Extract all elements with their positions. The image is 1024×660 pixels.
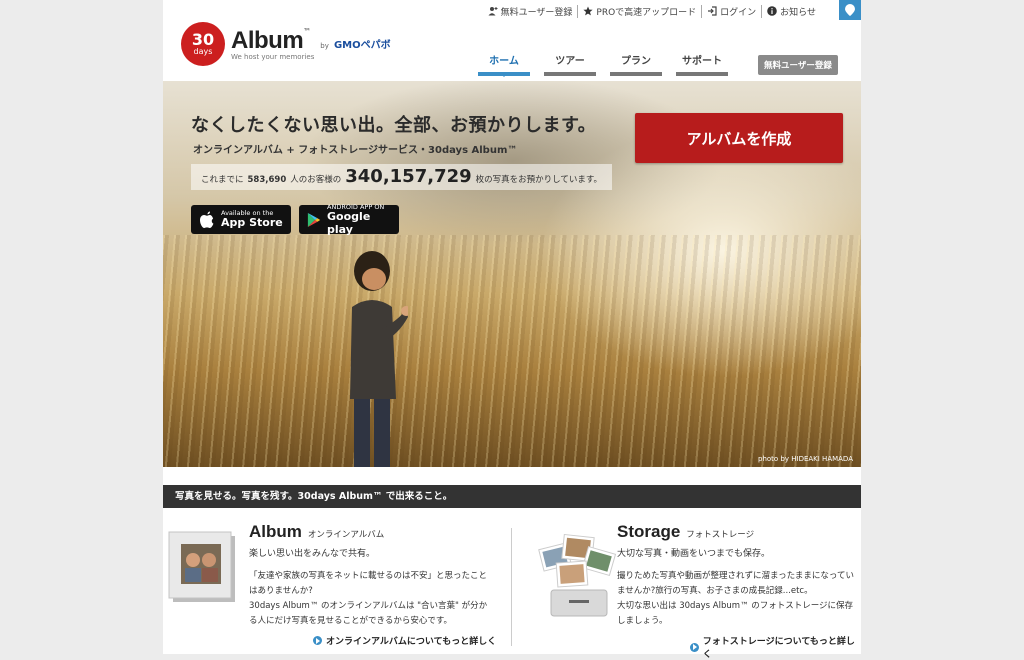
- storage-body: 撮りためた写真や動画が整理されずに溜まったままになっていませんか?旅行の写真、お…: [617, 571, 854, 626]
- util-login-link[interactable]: ログイン: [702, 4, 763, 18]
- util-pro-link[interactable]: PROで高速アップロード: [578, 4, 703, 18]
- main-nav: ホーム ツアー プラン サポート: [478, 52, 728, 77]
- album-more-link[interactable]: オンラインアルバムについてもっと詳しく: [313, 634, 503, 647]
- logo-tm: ™: [303, 27, 312, 36]
- google-play-badge[interactable]: ANDROID APP ON Google play: [299, 203, 399, 235]
- hero-headline: なくしたくない思い出。全部、お預かりします。: [191, 115, 597, 136]
- util-login-label: ログイン: [720, 7, 757, 18]
- logo-number: 30: [191, 30, 215, 49]
- feature-divider: [511, 528, 512, 646]
- photo-credit: photo by HIDEAKI HAMADA: [758, 455, 853, 463]
- speech-bubble-icon: [845, 4, 855, 16]
- storage-more-link[interactable]: フォトストレージについてもっと詳しく: [690, 634, 860, 660]
- storage-lead: 大切な写真・動画をいつまでも保存。: [617, 549, 771, 559]
- logo-days: days: [193, 47, 213, 56]
- util-pro-label: PROで高速アップロード: [596, 7, 697, 18]
- stats-middle: 人のお客様の: [290, 175, 342, 185]
- site-logo[interactable]: 30 days Album™ by GMOペパボ We host your me…: [181, 22, 391, 66]
- util-signup-label: 無料ユーザー登録: [500, 7, 573, 18]
- stats-prefix: これまでに: [201, 175, 244, 185]
- logo-wordmark: Album™ by GMOペパボ We host your memories: [231, 27, 391, 61]
- user-add-icon: [488, 7, 498, 16]
- logo-gmo: GMOペパボ: [333, 40, 391, 51]
- star-icon: [583, 6, 593, 16]
- app-store-badge[interactable]: Available on the App Store: [191, 205, 291, 234]
- album-title-row: Album オンラインアルバム: [249, 522, 579, 542]
- google-play-text: ANDROID APP ON Google play: [327, 203, 391, 235]
- tab-home[interactable]: ホーム: [478, 52, 530, 77]
- apple-icon: [200, 211, 214, 228]
- tab-tour[interactable]: ツアー: [544, 52, 596, 76]
- create-album-button[interactable]: アルバムを作成: [635, 113, 843, 163]
- signup-button[interactable]: 無料ユーザー登録: [758, 55, 838, 75]
- tab-support[interactable]: サポート: [676, 52, 728, 76]
- album-more-wrap: オンラインアルバムについてもっと詳しく: [313, 634, 503, 647]
- storage-box-image: [538, 533, 617, 617]
- hero-child-figure: [350, 251, 408, 467]
- feature-album: Album オンラインアルバム 楽しい思い出をみんなで共有。 「友達や家族の写真を…: [249, 522, 579, 629]
- storage-title-row: Storage フォトストレージ: [617, 522, 947, 542]
- storage-title: Storage: [617, 522, 681, 541]
- features-heading-bar: 写真を見せる。写真を残す。30days Album™ で出来ること。: [163, 485, 861, 508]
- stats-suffix: 枚の写真をお預かりしています。: [475, 175, 603, 185]
- logo-by: by: [320, 42, 329, 50]
- arrow-right-icon: [690, 642, 699, 652]
- hero-subline: オンラインアルバム + フォトストレージサービス・30days Album™: [193, 145, 518, 156]
- logo-word: Album: [231, 27, 304, 54]
- album-more-label: オンラインアルバムについてもっと詳しく: [326, 637, 497, 647]
- app-store-text: Available on the App Store: [221, 209, 283, 229]
- info-icon: [767, 6, 777, 16]
- album-lead: 楽しい思い出をみんなで共有。: [249, 549, 376, 559]
- google-play-icon: [307, 212, 321, 227]
- page: 無料ユーザー登録 PROで高速アップロード ログイン お知らせ 30 days …: [163, 0, 861, 660]
- logo-badge: 30 days: [181, 22, 225, 66]
- hero-banner: なくしたくない思い出。全部、お預かりします。 オンラインアルバム + フォトスト…: [163, 81, 861, 467]
- storage-more-label: フォトストレージについてもっと詳しく: [702, 637, 855, 660]
- hero-grass-texture: [163, 235, 861, 467]
- tab-plan[interactable]: プラン: [610, 52, 662, 76]
- album-body: 「友達や家族の写真をネットに載せるのは不安」と思ったことはありませんか? 30d…: [249, 571, 488, 626]
- util-signup-link[interactable]: 無料ユーザー登録: [483, 4, 579, 18]
- album-book-image: [168, 531, 235, 602]
- google-play-big: Google play: [327, 210, 371, 236]
- utility-nav: 無料ユーザー登録 PROで高速アップロード ログイン お知らせ: [483, 4, 821, 18]
- arrow-right-icon: [313, 636, 322, 645]
- util-news-link[interactable]: お知らせ: [762, 5, 821, 18]
- stats-photos: 340,157,729: [345, 166, 472, 187]
- usage-stats: これまでに 583,690 人のお客様の 340,157,729 枚の写真をお預…: [191, 164, 613, 190]
- util-news-label: お知らせ: [780, 7, 816, 18]
- feature-storage: Storage フォトストレージ 大切な写真・動画をいつまでも保存。 撮りためた写…: [617, 522, 947, 629]
- map-pin-button[interactable]: [839, 0, 861, 20]
- album-kana: オンラインアルバム: [307, 530, 385, 540]
- storage-more-wrap: フォトストレージについてもっと詳しく: [690, 634, 860, 660]
- login-icon: [708, 6, 717, 16]
- album-title: Album: [249, 522, 302, 541]
- stats-users: 583,690: [247, 175, 287, 185]
- storage-kana: フォトストレージ: [686, 530, 755, 540]
- app-store-big: App Store: [221, 216, 283, 230]
